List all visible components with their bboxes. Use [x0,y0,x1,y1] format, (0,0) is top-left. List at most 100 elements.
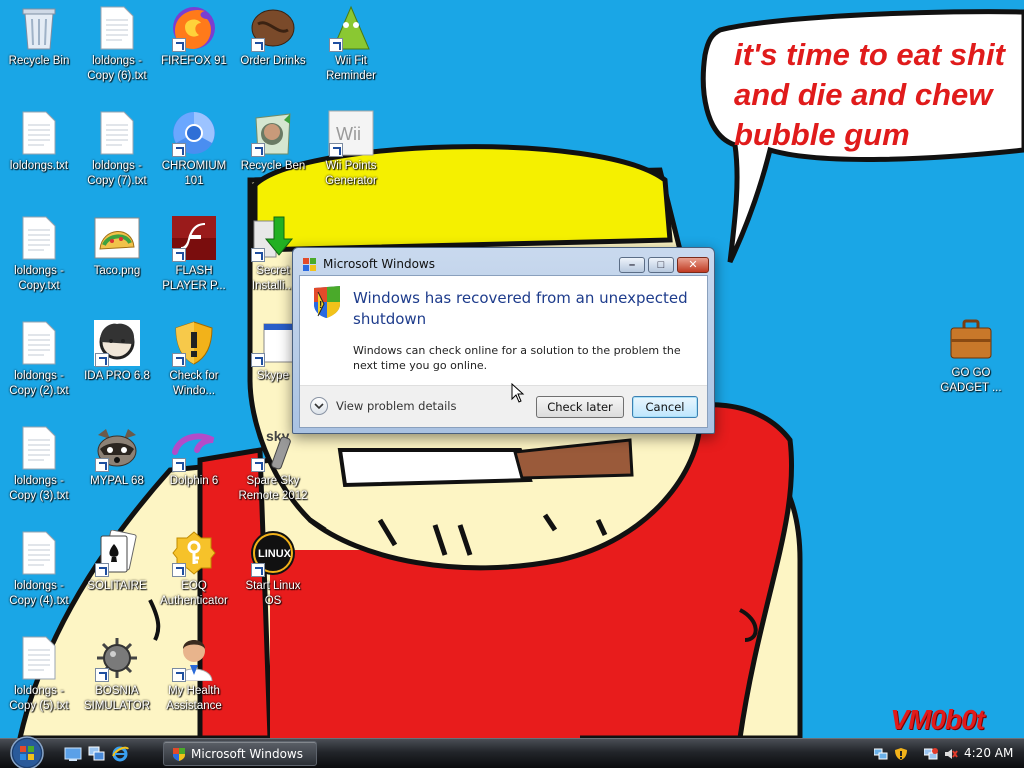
shortcut-arrow-icon [95,353,109,367]
recovery-dialog: Microsoft Windows – □ ✕ ! Windows has re… [292,247,715,434]
icon-label: loldongs - Copy.txt [14,265,64,292]
chevron-down-icon [310,397,328,415]
desktop-icon-loldongs-copy-4[interactable]: loldongs - Copy (4).txt [1,529,77,609]
icon-label: loldongs - Copy (3).txt [9,475,69,502]
desktop-icon-recycle-bin[interactable]: Recycle Bin [1,4,77,69]
shortcut-arrow-icon [251,248,265,262]
desktop-icon-loldongs-txt[interactable]: loldongs.txt [1,109,77,174]
desktop-icon-chromium[interactable]: CHROMIUM 101 [156,109,232,189]
desktop-icon-my-health-assistance[interactable]: My Health Assistance [156,634,232,714]
shortcut-arrow-icon [172,248,186,262]
desktop-icon-mypal[interactable]: MYPAL 68 [79,424,155,489]
desktop-icon-solitaire[interactable]: SOLITAIRE [79,529,155,594]
dialog-title: Microsoft Windows [323,257,435,271]
system-tray: 4:20 AM [868,739,1024,768]
icon-label: loldongs - Copy (5).txt [9,685,69,712]
shortcut-arrow-icon [251,563,265,577]
maximize-button[interactable]: □ [648,257,674,273]
icon-label: Order Drinks [240,55,306,67]
minimize-button[interactable]: – [619,257,645,273]
wallpaper-speech-text: it's time to eat shit and die and chew b… [734,37,1005,152]
svg-text:Wii: Wii [336,124,361,144]
content-text: Windows can check online for a solution … [353,344,681,372]
icon-label: loldongs - Copy (4).txt [9,580,69,607]
text-file-icon [100,111,134,155]
icon-label: Taco.png [93,265,141,277]
security-alert-icon[interactable] [894,747,908,761]
desktop-icon-check-windows-update[interactable]: Check for Windo... [156,319,232,399]
icon-label: Recycle Bin [8,55,70,67]
dialog-content: ! Windows has recovered from an unexpect… [299,275,708,428]
desktop-icon-loldongs-copy-5[interactable]: loldongs - Copy (5).txt [1,634,77,714]
desktop-icon-loldongs-copy-6[interactable]: loldongs - Copy (6).txt [79,4,155,84]
show-desktop-icon[interactable] [64,746,82,762]
start-button[interactable] [4,735,50,768]
text-file-icon [22,636,56,680]
icon-label: CHROMIUM 101 [161,160,227,187]
icon-label: SOLITAIRE [87,580,147,592]
desktop-icon-eoq-authenticator[interactable]: EOQ Authenticator [156,529,232,609]
text-file-icon [22,531,56,575]
network-icon[interactable] [874,747,888,761]
icon-label: loldongs - Copy (7).txt [87,160,147,187]
taco-icon [94,217,140,259]
desktop-icon-loldongs-copy-3[interactable]: loldongs - Copy (3).txt [1,424,77,504]
shortcut-arrow-icon [251,38,265,52]
desktop-icon-wii-fit-reminder[interactable]: Wii Fit Reminder [313,4,389,84]
close-button[interactable]: ✕ [677,257,709,273]
icon-label: My Health Assistance [166,685,222,712]
desktop-icon-recycle-ben[interactable]: Recycle Ben [235,109,311,174]
desktop-icon-ida-pro[interactable]: IDA PRO 6.8 [79,319,155,384]
dialog-footer: View problem details Check later Cancel [300,385,707,427]
desktop-icon-order-drinks[interactable]: Order Drinks [235,4,311,69]
shortcut-arrow-icon [95,563,109,577]
taskbar-button-microsoft-windows[interactable]: Microsoft Windows [163,741,317,766]
shortcut-arrow-icon [329,143,343,157]
taskbar: Microsoft Windows 4:20 AM [0,735,1024,768]
shortcut-arrow-icon [172,563,186,577]
security-shield-icon: ! [314,286,340,318]
desktop-icon-loldongs-copy-2[interactable]: loldongs - Copy (2).txt [1,319,77,399]
svg-text:LINUX: LINUX [258,548,292,560]
desktop-icon-flash-player[interactable]: FLASH PLAYER P... [156,214,232,294]
desktop-icon-loldongs-copy[interactable]: loldongs - Copy.txt [1,214,77,294]
desktop-icon-loldongs-copy-7[interactable]: loldongs - Copy (7).txt [79,109,155,189]
internet-explorer-icon[interactable] [111,746,129,762]
clock[interactable]: 4:20 AM [964,746,1013,760]
recycle-bin-icon [22,8,56,50]
desktop-icon-firefox[interactable]: FIREFOX 91 [156,4,232,69]
maximize-icon: □ [657,259,665,271]
shortcut-arrow-icon [95,458,109,472]
shortcut-arrow-icon [172,38,186,52]
desktop-icon-go-go-gadget[interactable]: GO GO GADGET ... [933,316,1009,396]
switch-windows-icon[interactable] [88,746,106,762]
view-details-toggle[interactable]: View problem details [310,397,457,415]
desktop-icon-spare-sky-remote[interactable]: sky Spare Sky Remote 2012 [235,424,311,504]
windows-orb-icon [10,736,44,768]
icon-label: Spare Sky Remote 2012 [238,475,308,502]
desktop-icon-bosnia-simulator[interactable]: BOSNIA SIMULATOR [79,634,155,714]
shortcut-arrow-icon [251,458,265,472]
check-later-button[interactable]: Check later [536,396,624,418]
icon-label: IDA PRO 6.8 [84,370,150,382]
briefcase-icon [950,319,992,359]
desktop-icon-taco[interactable]: Taco.png [79,214,155,279]
desktop-icon-dolphin[interactable]: Dolphin 6 [156,424,232,489]
icon-label: Dolphin 6 [169,475,219,487]
icon-label: loldongs - Copy (6).txt [87,55,147,82]
cancel-button[interactable]: Cancel [632,396,698,418]
network-status-icon[interactable] [924,747,938,761]
icon-label: Check for Windo... [169,370,219,397]
desktop-icon-wii-points-generator[interactable]: Wii Wii Points Generator [313,109,389,189]
desktop-icon-start-linux-os[interactable]: LINUX Start Linux OS [235,529,311,609]
volume-muted-icon[interactable] [944,747,958,761]
windows-flag-icon [303,258,316,271]
text-file-icon [22,111,56,155]
taskbar-button-label: Microsoft Windows [191,747,303,761]
shortcut-arrow-icon [329,38,343,52]
shortcut-arrow-icon [172,143,186,157]
icon-label: loldongs.txt [9,160,69,172]
wallpaper-signature: VM0b0t [890,704,985,735]
icon-label: GO GO GADGET ... [940,367,1002,394]
text-file-icon [22,321,56,365]
